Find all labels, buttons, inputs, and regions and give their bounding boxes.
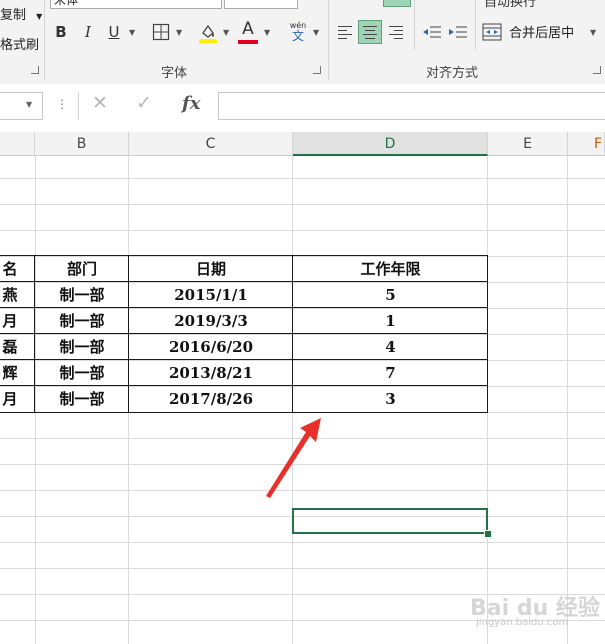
font-name-box[interactable]: 宋体	[50, 0, 222, 9]
increase-indent-button[interactable]	[446, 20, 470, 44]
watermark-url: jingyan.baidu.com	[476, 617, 569, 628]
formula-input[interactable]	[218, 92, 605, 120]
formula-divider	[78, 92, 79, 120]
font-color-swatch	[238, 40, 258, 44]
formula-bar: ▼ ⋮ ✕ ✓ fx	[0, 84, 605, 132]
italic-button[interactable]: I	[77, 20, 99, 44]
font-group-label: 字体	[161, 66, 188, 81]
decrease-indent-icon	[423, 26, 441, 38]
clipboard-launcher-icon[interactable]	[31, 66, 39, 74]
align-left-icon	[338, 26, 352, 42]
name-box[interactable]: ▼	[0, 92, 43, 120]
ribbon-divider	[414, 0, 415, 50]
border-icon	[152, 23, 170, 41]
wrap-text-button[interactable]: 自动换行	[484, 0, 536, 10]
copy-dropdown-icon[interactable]: ▼	[36, 12, 42, 21]
font-launcher-icon[interactable]	[313, 66, 321, 74]
align-center-icon	[363, 26, 377, 42]
align-right-icon	[389, 26, 403, 42]
alignment-launcher-icon[interactable]	[593, 66, 601, 74]
phonetic-dropdown-icon[interactable]: ▼	[313, 28, 319, 37]
font-color-button[interactable]: A	[237, 19, 259, 44]
merge-center-button[interactable]: 合并后居中	[482, 22, 574, 41]
cancel-icon[interactable]: ✕	[92, 92, 108, 114]
ribbon-divider	[475, 0, 476, 50]
merge-center-icon	[482, 23, 502, 41]
copy-button[interactable]: 复制 ▼	[0, 4, 42, 23]
merge-dropdown-icon[interactable]: ▼	[590, 28, 596, 37]
font-color-dropdown-icon[interactable]: ▼	[264, 28, 270, 37]
name-box-dropdown-icon[interactable]: ▼	[26, 100, 32, 109]
worksheet-grid[interactable]: B C D E F 名 部门 日期 工作年限 燕 制一部 2015/1/1 5 …	[0, 132, 605, 644]
merge-center-label: 合并后居中	[509, 26, 575, 41]
annotation-arrow-icon	[266, 418, 321, 498]
align-left-button[interactable]	[333, 20, 357, 44]
fill-color-button[interactable]	[197, 20, 219, 44]
underline-dropdown-icon[interactable]: ▼	[129, 28, 135, 37]
underline-button[interactable]: U	[103, 20, 125, 44]
enter-icon[interactable]: ✓	[136, 92, 152, 114]
border-dropdown-icon[interactable]: ▼	[176, 28, 182, 37]
increase-indent-icon	[449, 26, 467, 38]
pinyin-bottom: 文	[291, 29, 304, 43]
border-button[interactable]	[150, 20, 172, 44]
bold-button[interactable]: B	[50, 20, 72, 44]
copy-label: 复制	[0, 8, 27, 23]
fill-bucket-icon	[199, 24, 217, 43]
font-name-value: 宋体	[54, 0, 79, 7]
ribbon-divider	[328, 0, 329, 80]
decrease-indent-button[interactable]	[420, 20, 444, 44]
alignment-group-label: 对齐方式	[426, 66, 479, 81]
format-painter-button[interactable]: 格式刷	[0, 34, 39, 53]
ribbon-divider	[44, 0, 45, 80]
align-right-button[interactable]	[384, 20, 408, 44]
top-align-indicator	[383, 0, 411, 7]
ribbon: 复制 ▼ 格式刷 宋体 B I U ▼ ▼ ▼ A ▼ wén 文 ▼ 字体 自…	[0, 0, 605, 85]
insert-function-icon[interactable]: fx	[182, 93, 200, 114]
fill-color-dropdown-icon[interactable]: ▼	[223, 28, 229, 37]
wrap-text-label: 自动换行	[484, 0, 537, 10]
phonetic-guide-button[interactable]: wén 文	[286, 20, 310, 44]
font-size-box[interactable]	[224, 0, 298, 9]
align-center-button[interactable]	[358, 20, 382, 44]
font-color-glyph: A	[242, 19, 254, 39]
formula-bar-grip-icon[interactable]: ⋮	[56, 97, 68, 111]
